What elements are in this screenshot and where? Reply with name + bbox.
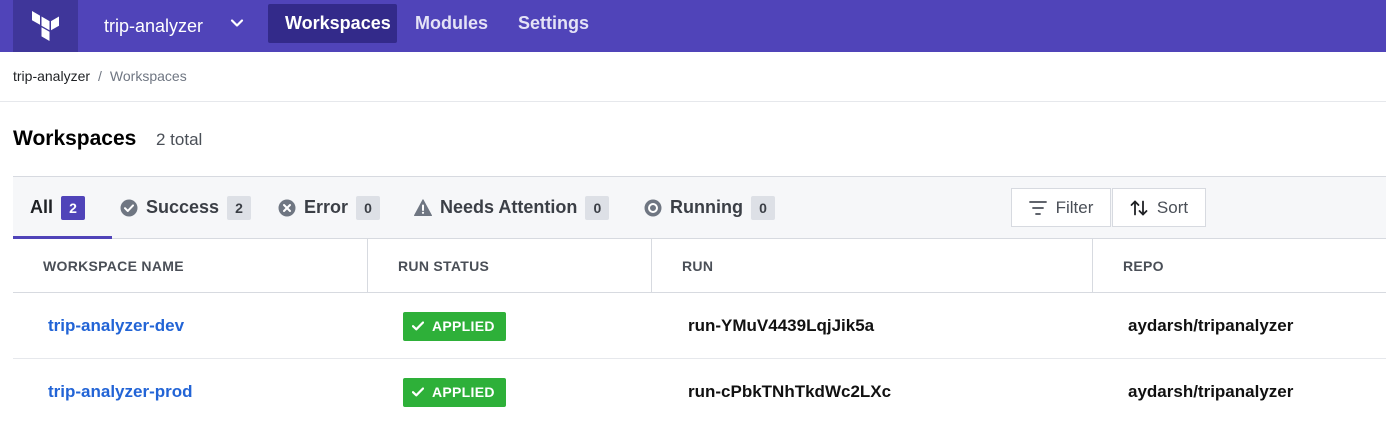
column-header-run[interactable]: RUN xyxy=(682,239,713,292)
tab-error-count: 0 xyxy=(356,195,381,220)
nav-settings[interactable]: Settings xyxy=(501,4,606,43)
tab-running-count: 0 xyxy=(750,195,775,220)
table-row[interactable]: trip-analyzer-dev APPLIED run-YMuV4439Lq… xyxy=(13,293,1386,359)
filter-icon xyxy=(1028,200,1047,215)
tab-all-label: All xyxy=(30,197,54,217)
status-badge-label: APPLIED xyxy=(432,318,495,334)
checkmark-icon xyxy=(412,321,424,331)
chevron-down-icon xyxy=(230,19,244,27)
tab-all-count: 2 xyxy=(61,195,86,220)
terraform-logo[interactable] xyxy=(13,0,78,52)
tab-needs-attention-count: 0 xyxy=(585,195,610,220)
column-header-run-status[interactable]: RUN STATUS xyxy=(398,239,489,292)
warning-icon xyxy=(414,198,432,216)
workspace-count: 2 total xyxy=(156,130,203,149)
tab-needs-attention-label: Needs Attention xyxy=(440,197,578,217)
workspace-name-link[interactable]: trip-analyzer-prod xyxy=(48,382,193,402)
nav-workspaces[interactable]: Workspaces xyxy=(268,4,397,43)
column-header-repo[interactable]: REPO xyxy=(1123,239,1164,292)
column-header-workspace-name[interactable]: WORKSPACE NAME xyxy=(43,239,184,292)
tab-running-label: Running xyxy=(670,197,743,217)
sort-button[interactable]: Sort xyxy=(1112,188,1206,227)
filter-button[interactable]: Filter xyxy=(1011,188,1111,227)
table-header: WORKSPACE NAME RUN STATUS RUN REPO xyxy=(13,239,1386,293)
tab-success-label: Success xyxy=(146,197,220,217)
tab-success-count: 2 xyxy=(227,195,252,220)
run-id[interactable]: run-YMuV4439LqjJik5a xyxy=(688,316,874,336)
column-divider xyxy=(651,239,652,292)
column-divider xyxy=(1092,239,1093,292)
x-circle-icon xyxy=(278,199,296,216)
breadcrumb-org-link[interactable]: trip-analyzer xyxy=(13,68,90,84)
tab-success[interactable]: Success 2 xyxy=(120,177,252,238)
tab-error[interactable]: Error 0 xyxy=(278,177,381,238)
breadcrumb: trip-analyzer / Workspaces xyxy=(13,68,187,84)
filter-button-label: Filter xyxy=(1055,197,1094,217)
tab-all[interactable]: All 2 xyxy=(30,177,86,238)
page-title: Workspaces xyxy=(13,127,137,150)
top-navigation-bar: trip-analyzer Workspaces Modules Setting… xyxy=(0,0,1386,52)
column-divider xyxy=(367,239,368,292)
running-icon xyxy=(644,199,662,216)
tab-needs-attention[interactable]: Needs Attention 0 xyxy=(414,177,610,238)
breadcrumb-divider xyxy=(0,101,1386,102)
checkmark-icon xyxy=(412,387,424,397)
workspace-name-link[interactable]: trip-analyzer-dev xyxy=(48,316,184,336)
sort-button-label: Sort xyxy=(1156,197,1189,217)
table-row[interactable]: trip-analyzer-prod APPLIED run-cPbkTNhTk… xyxy=(13,359,1386,422)
repo-name[interactable]: aydarsh/tripanalyzer xyxy=(1128,316,1293,336)
breadcrumb-current: Workspaces xyxy=(109,68,187,84)
status-badge: APPLIED xyxy=(403,377,506,407)
nav-modules[interactable]: Modules xyxy=(398,4,505,43)
repo-name[interactable]: aydarsh/tripanalyzer xyxy=(1128,382,1293,402)
status-badge: APPLIED xyxy=(403,311,506,341)
organization-switcher[interactable]: trip-analyzer xyxy=(104,0,244,52)
check-circle-icon xyxy=(120,199,138,216)
organization-name: trip-analyzer xyxy=(104,15,204,36)
status-badge-label: APPLIED xyxy=(432,384,495,400)
run-id[interactable]: run-cPbkTNhTkdWc2LXc xyxy=(688,382,891,402)
tab-running[interactable]: Running 0 xyxy=(644,177,775,238)
status-tabs-bar: All 2 Success 2 Error 0 Needs Attention … xyxy=(13,176,1386,239)
tab-error-label: Error xyxy=(304,197,349,217)
sort-icon xyxy=(1130,200,1148,215)
terraform-logo-icon xyxy=(31,11,59,41)
breadcrumb-separator: / xyxy=(98,68,102,84)
